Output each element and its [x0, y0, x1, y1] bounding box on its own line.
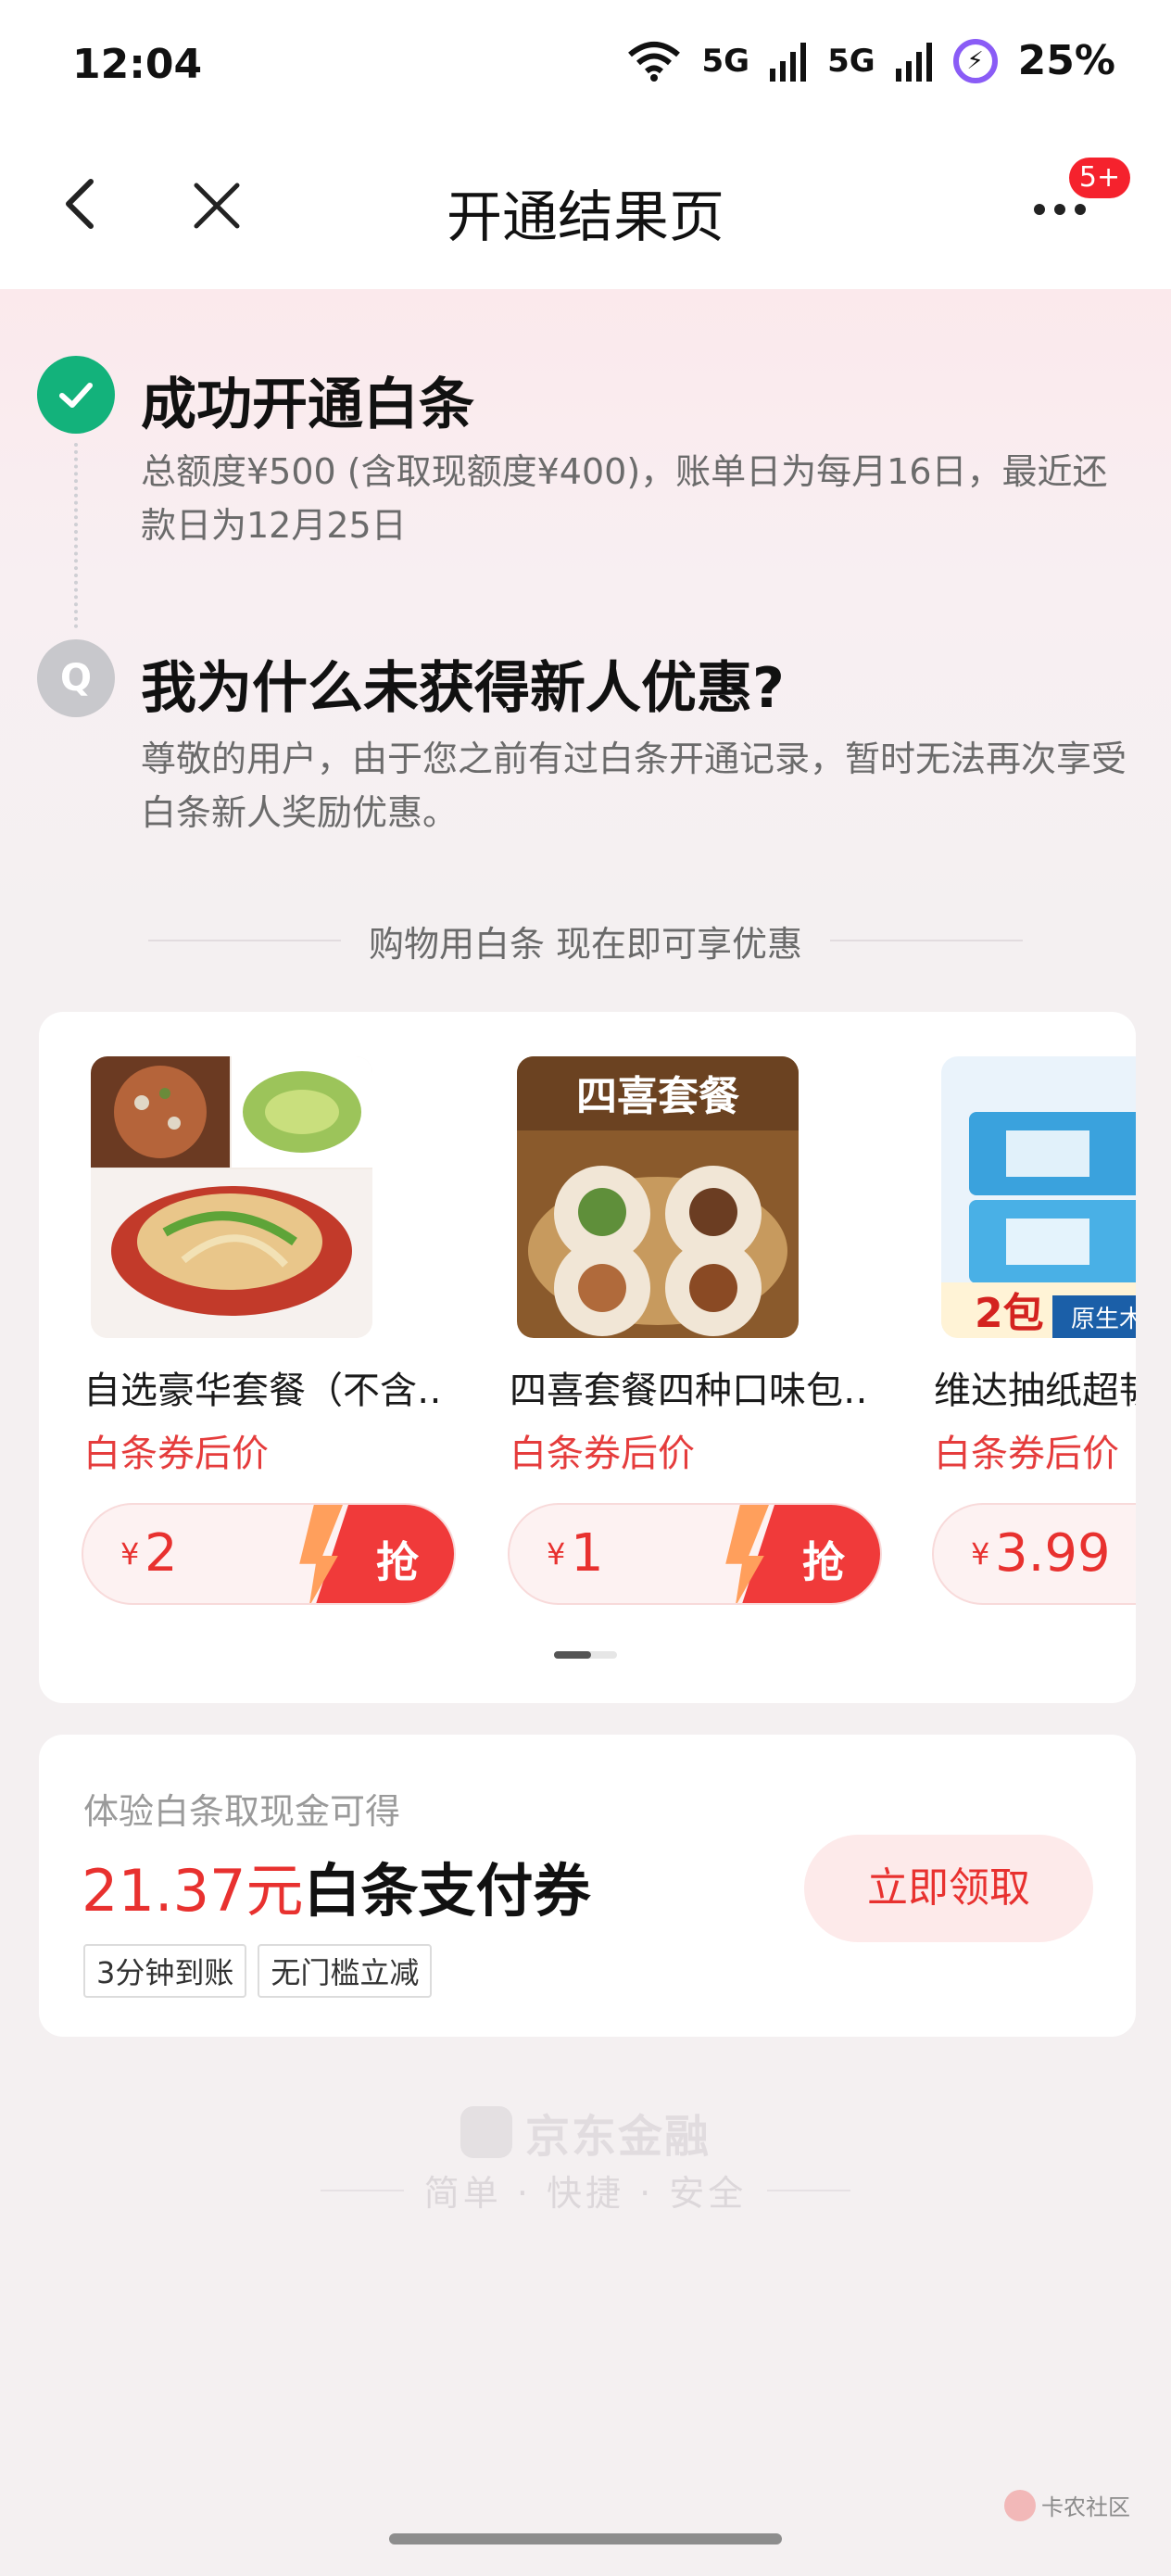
brand-name: 京东金融: [524, 2111, 711, 2163]
coupon-card: 体验白条取现金可得 21.37元白条支付券 3分钟到账 无门槛立减 立即领取: [39, 1735, 1136, 2037]
battery-percent: 25%: [1017, 37, 1115, 84]
product-price: 3.99: [995, 1523, 1111, 1584]
success-description: 总额度¥500 (含取现额度¥400)，账单日为每月16日，最近还款日为12月2…: [141, 451, 1108, 546]
battery-charging-icon: ⚡: [952, 38, 998, 83]
success-title: 成功开通白条: [141, 373, 474, 437]
watermark-text: 卡农社区: [1041, 2494, 1130, 2520]
watermark: 卡农社区: [1004, 2489, 1130, 2521]
slogan-line: [320, 2189, 404, 2191]
claim-button[interactable]: 立即领取: [804, 1835, 1093, 1942]
question-title: 我为什么未获得新人优惠?: [141, 656, 785, 721]
product-name[interactable]: 自选豪华套餐（不含…: [83, 1360, 445, 1414]
network-label-1: 5G: [701, 42, 750, 80]
brand-footer: 京东金融: [0, 2100, 1171, 2165]
jd-finance-logo-icon: [460, 2106, 512, 2158]
carousel-scroll-indicator: [554, 1651, 617, 1659]
coupon-tags: 3分钟到账 无门槛立减: [83, 1944, 433, 1998]
image-caption: 四喜套餐: [576, 1073, 739, 1120]
signal-icon: [895, 42, 932, 82]
wifi-icon: [627, 41, 680, 82]
more-dot: [1054, 204, 1065, 215]
product-item[interactable]: 自选豪华套餐（不含… 白条券后价 ¥ 2 抢: [39, 1012, 456, 1703]
product-price: 1: [571, 1523, 604, 1584]
signal-icon: [770, 42, 807, 82]
price-tag-label: 白条券后价: [83, 1433, 269, 1475]
question-description: 尊敬的用户，由于您之前有过白条开通记录，暂时无法再次享受白条新人奖励优惠。: [141, 739, 1127, 833]
bun-set-image[interactable]: 四喜套餐: [517, 1056, 799, 1338]
currency-symbol: ¥: [120, 1536, 140, 1572]
promo-section-header: 购物用白条 现在即可享优惠: [148, 917, 1023, 965]
status-icons: 5G 5G ⚡ 25%: [626, 37, 1115, 84]
success-check-icon: [37, 356, 115, 434]
scroll-thumb: [554, 1651, 591, 1659]
coupon-headline: 21.37元白条支付券: [82, 1844, 591, 1927]
image-caption: 2包: [975, 1290, 1044, 1337]
product-item[interactable]: 四喜套餐 四喜套餐四种口味包… 白条券后价 ¥ 1 抢: [465, 1012, 882, 1703]
buy-button[interactable]: ¥ 3.99 抢: [932, 1503, 1136, 1605]
food-combo-image[interactable]: [91, 1056, 372, 1338]
question-icon: Q: [37, 639, 115, 717]
product-item[interactable]: 2包 原生木 维达抽纸超韧 白条券后价 ¥ 3.99 抢: [889, 1012, 1136, 1703]
more-dot: [1075, 204, 1086, 215]
promo-section-title: 购物用白条 现在即可享优惠: [368, 923, 803, 965]
brand-slogan-row: 简单 · 快捷 · 安全: [0, 2165, 1171, 2216]
currency-symbol: ¥: [547, 1536, 566, 1572]
notification-badge: 5+: [1069, 158, 1130, 198]
grab-label: 抢: [376, 1537, 419, 1587]
coupon-tag: 无门槛立减: [258, 1944, 433, 1998]
tissue-pack-image[interactable]: 2包 原生木: [941, 1056, 1136, 1338]
price-tag-label: 白条券后价: [934, 1433, 1119, 1475]
price-tag-label: 白条券后价: [510, 1433, 695, 1475]
image-caption-2: 原生木: [1071, 1306, 1136, 1333]
timeline-connector: [74, 443, 78, 628]
product-name[interactable]: 四喜套餐四种口味包…: [510, 1360, 871, 1414]
currency-symbol: ¥: [971, 1536, 990, 1572]
product-price: 2: [145, 1523, 178, 1584]
watermark-logo-icon: [1004, 2489, 1036, 2521]
product-name[interactable]: 维达抽纸超韧: [934, 1360, 1136, 1414]
product-carousel[interactable]: 自选豪华套餐（不含… 白条券后价 ¥ 2 抢 四喜套餐 四喜套餐四种口味包… 白…: [39, 1012, 1136, 1703]
coupon-tag: 3分钟到账: [83, 1944, 247, 1998]
check-icon: [59, 383, 93, 408]
divider-line: [830, 940, 1023, 941]
grab-label: 抢: [802, 1537, 845, 1587]
buy-button[interactable]: ¥ 1 抢: [508, 1503, 882, 1605]
slogan-line: [767, 2189, 851, 2191]
home-indicator[interactable]: [389, 2533, 782, 2544]
page-title: 开通结果页: [447, 185, 724, 250]
brand-slogan: 简单 · 快捷 · 安全: [423, 2173, 748, 2214]
coupon-label: 白条支付券: [303, 1857, 591, 1925]
coupon-subtitle: 体验白条取现金可得: [83, 1791, 401, 1832]
buy-button[interactable]: ¥ 2 抢: [82, 1503, 456, 1605]
divider-line: [148, 940, 341, 941]
network-label-2: 5G: [827, 42, 875, 80]
status-time: 12:04: [72, 41, 203, 88]
more-dot: [1034, 204, 1045, 215]
coupon-amount: 21.37元: [82, 1857, 304, 1925]
